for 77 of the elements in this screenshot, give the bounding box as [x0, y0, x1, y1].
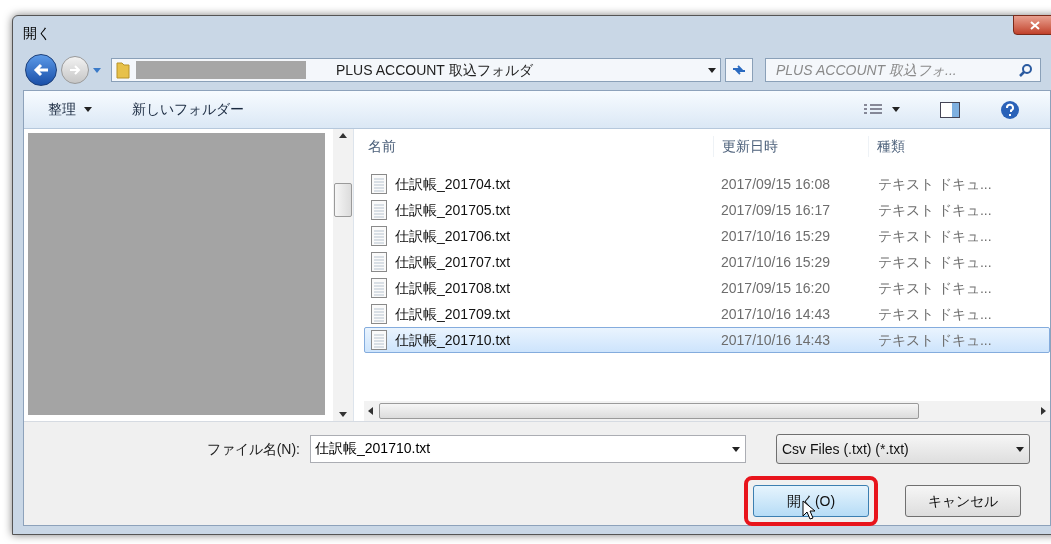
text-file-icon: [371, 226, 387, 246]
new-folder-button[interactable]: 新しいフォルダー: [132, 99, 244, 120]
file-row[interactable]: 仕訳帳_201707.txt 2017/10/16 15:29 テキスト ドキュ...: [364, 249, 1050, 275]
scroll-left-icon: [368, 407, 373, 415]
address-caret-icon: [708, 67, 716, 73]
forward-arrow-icon: [69, 65, 81, 75]
file-type: テキスト ドキュ...: [877, 174, 992, 194]
back-button[interactable]: [25, 54, 57, 86]
address-bar[interactable]: PLUS ACCOUNT 取込フォルダ: [111, 58, 721, 82]
text-file-icon: [371, 278, 387, 298]
cancel-button[interactable]: キャンセル: [905, 485, 1021, 517]
file-name-caret-icon: [732, 447, 740, 452]
modified-date: 2017/10/16 15:29: [720, 226, 831, 246]
file-type: テキスト ドキュ...: [877, 226, 992, 246]
file-name: 仕訳帳_201707.txt: [395, 252, 511, 272]
modified-date: 2017/09/15 16:20: [720, 278, 831, 298]
view-caret-icon: [892, 107, 900, 112]
file-row[interactable]: 仕訳帳_201704.txt 2017/09/15 16:08 テキスト ドキュ...: [364, 171, 1050, 197]
modified-date: 2017/10/16 14:43: [720, 304, 831, 324]
caret-icon: [84, 107, 92, 112]
refresh-button[interactable]: [725, 58, 753, 82]
close-button[interactable]: [1013, 15, 1051, 35]
file-row[interactable]: 仕訳帳_201709.txt 2017/10/16 14:43 テキスト ドキュ...: [364, 301, 1050, 327]
modified-date: 2017/10/16 15:29: [720, 252, 831, 272]
file-name-field[interactable]: 仕訳帳_201710.txt: [310, 435, 746, 463]
scroll-down-icon: [339, 412, 347, 417]
file-type-caret-icon: [1016, 446, 1024, 452]
file-row[interactable]: 仕訳帳_201705.txt 2017/09/15 16:17 テキスト ドキュ...: [364, 197, 1050, 223]
scroll-thumb[interactable]: [379, 403, 919, 419]
search-icon: [1019, 63, 1033, 77]
preview-pane-icon: [940, 101, 960, 118]
file-name: 仕訳帳_201710.txt: [395, 330, 511, 350]
scroll-thumb[interactable]: [334, 183, 352, 217]
file-row[interactable]: 仕訳帳_201708.txt 2017/09/15 16:20 テキスト ドキュ...: [364, 275, 1050, 301]
file-type-dropdown[interactable]: Csv Files (.txt) (*.txt): [776, 434, 1030, 464]
horizontal-scrollbar[interactable]: [364, 401, 1050, 421]
help-button[interactable]: [1000, 99, 1020, 120]
list-view-icon: [864, 103, 882, 116]
help-icon: [1000, 99, 1020, 120]
text-file-icon: [371, 330, 387, 350]
organize-menu[interactable]: 整理: [48, 99, 92, 120]
folder-icon: [116, 61, 130, 79]
file-row[interactable]: 仕訳帳_201710.txt 2017/10/16 14:43 テキスト ドキュ...: [364, 327, 1050, 353]
column-header[interactable]: 種類: [869, 135, 905, 157]
vertical-scrollbar[interactable]: [333, 129, 353, 421]
scroll-up-icon: [339, 133, 347, 138]
close-icon: [1030, 20, 1040, 30]
text-file-icon: [371, 174, 387, 194]
modified-date: 2017/09/15 16:08: [720, 174, 831, 194]
file-type: テキスト ドキュ...: [877, 304, 992, 324]
file-name: 仕訳帳_201705.txt: [395, 200, 511, 220]
text-file-icon: [371, 200, 387, 220]
file-row[interactable]: 仕訳帳_201706.txt 2017/10/16 15:29 テキスト ドキュ...: [364, 223, 1050, 249]
address-path: PLUS ACCOUNT 取込フォルダ: [336, 60, 534, 80]
column-header[interactable]: 更新日時: [714, 135, 869, 157]
view-options-button[interactable]: [864, 103, 900, 116]
file-type: テキスト ドキュ...: [877, 278, 992, 298]
file-type: テキスト ドキュ...: [877, 330, 992, 350]
file-name: 仕訳帳_201708.txt: [395, 278, 511, 298]
modified-date: 2017/10/16 14:43: [720, 330, 831, 350]
text-file-icon: [371, 252, 387, 272]
text-file-icon: [371, 304, 387, 324]
file-type: テキスト ドキュ...: [877, 252, 992, 272]
file-name: 仕訳帳_201706.txt: [395, 226, 511, 246]
column-header[interactable]: 名前: [364, 135, 714, 157]
scroll-right-icon: [1041, 407, 1046, 415]
file-name: 仕訳帳_201704.txt: [395, 174, 511, 194]
back-arrow-icon: [33, 63, 49, 77]
file-type: テキスト ドキュ...: [877, 200, 992, 220]
file-name: 仕訳帳_201709.txt: [395, 304, 511, 324]
history-caret-icon[interactable]: [93, 67, 101, 73]
modified-date: 2017/09/15 16:17: [720, 200, 831, 220]
preview-pane-button[interactable]: [940, 101, 960, 118]
window-title: 開く: [23, 23, 51, 43]
refresh-icon: [731, 64, 747, 76]
file-name-label: ファイル名(N):: [206, 439, 300, 459]
search-field[interactable]: PLUS ACCOUNT 取込フォ...: [765, 58, 1041, 82]
